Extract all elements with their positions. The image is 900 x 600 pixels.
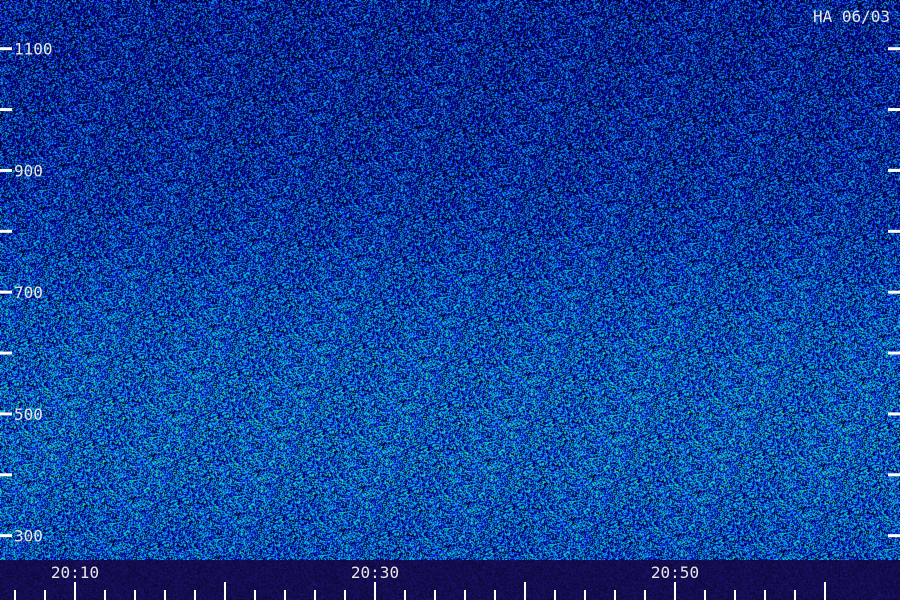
- y-tick-label: 300: [14, 527, 43, 546]
- x-tick-label: 20:10: [51, 563, 99, 582]
- x-tick-label: 20:50: [651, 563, 699, 582]
- station-label: HA 06/03: [813, 7, 890, 26]
- spectrogram-heatmap: [0, 0, 900, 560]
- spectrogram-chart: 1100 900 700 500 300 20:10 20:30 20:50 HA 06/0…: [0, 0, 900, 600]
- y-tick-label: 700: [14, 283, 43, 302]
- y-tick-label: 900: [14, 161, 43, 180]
- x-tick-label: 20:30: [351, 563, 399, 582]
- y-tick-label: 500: [14, 405, 43, 424]
- y-tick-label: 1100: [14, 40, 53, 59]
